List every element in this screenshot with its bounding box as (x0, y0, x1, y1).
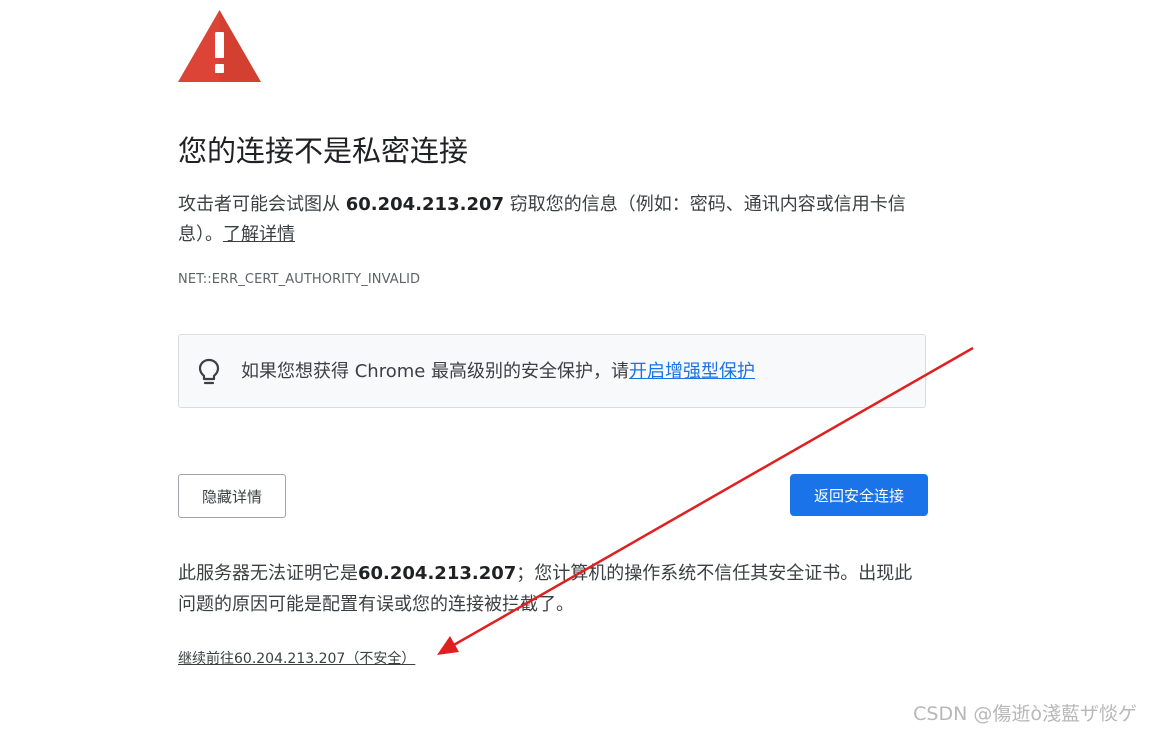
error-description: 攻击者可能会试图从 60.204.213.207 窃取您的信息（例如：密码、通讯… (178, 190, 923, 250)
enhanced-protection-text: 如果您想获得 Chrome 最高级别的安全保护，请开启增强型保护 (241, 358, 755, 386)
back-to-safety-button[interactable]: 返回安全连接 (790, 474, 928, 516)
watermark: CSDN @傷逝ò淺藍ザ惔ゲ (913, 703, 1137, 725)
enhanced-protection-message: 如果您想获得 Chrome 最高级别的安全保护，请 (241, 361, 630, 382)
details-prefix: 此服务器无法证明它是 (178, 563, 358, 584)
warning-triangle-icon (178, 10, 261, 82)
details-host: 60.204.213.207 (358, 563, 517, 584)
enable-enhanced-protection-link[interactable]: 开启增强型保护 (629, 361, 755, 382)
learn-more-link[interactable]: 了解详情 (223, 224, 295, 245)
description-prefix: 攻击者可能会试图从 (178, 194, 346, 215)
proceed-unsafe-link[interactable]: 继续前往60.204.213.207（不安全） (178, 648, 415, 670)
error-code: NET::ERR_CERT_AUTHORITY_INVALID (178, 272, 421, 287)
page-title: 您的连接不是私密连接 (178, 134, 469, 168)
description-host: 60.204.213.207 (345, 194, 505, 215)
details-explanation: 此服务器无法证明它是60.204.213.207；您计算机的操作系统不信任其安全… (178, 558, 923, 620)
lightbulb-icon (197, 358, 221, 386)
hide-details-button[interactable]: 隐藏详情 (178, 474, 286, 518)
